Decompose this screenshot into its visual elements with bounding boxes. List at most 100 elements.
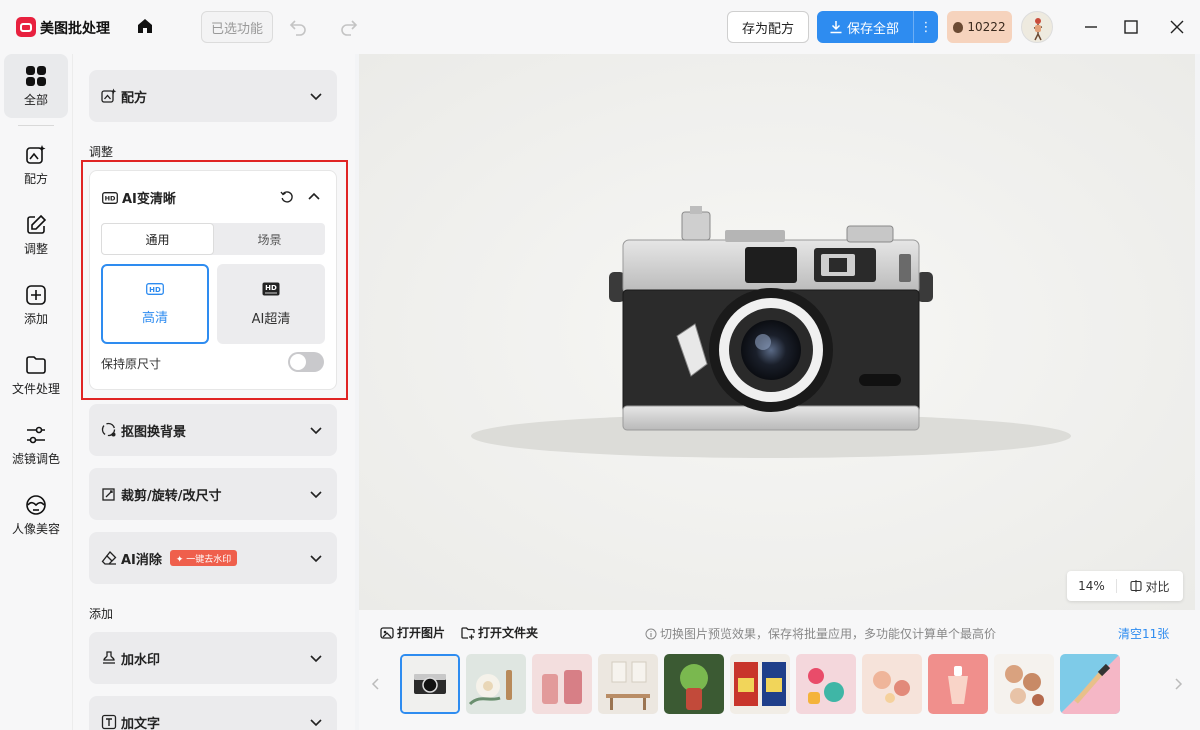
thumbnail-image: [994, 654, 1054, 714]
preview-hint-text: 切换图片预览效果，保存将批量应用，多功能仅计算单个最高价: [660, 627, 997, 641]
thumbnail-camera[interactable]: [400, 654, 460, 714]
grid-icon: [26, 65, 46, 86]
minimize-icon: [1085, 26, 1097, 28]
maximize-button[interactable]: [1121, 17, 1141, 37]
keep-size-label: 保持原尺寸: [101, 357, 162, 371]
svg-text:HD: HD: [149, 285, 161, 293]
nav-item-all[interactable]: 全部: [4, 54, 68, 118]
tab-scene[interactable]: 场景: [214, 223, 325, 255]
image-icon: [380, 626, 394, 639]
open-folder-button[interactable]: 打开文件夹: [461, 624, 538, 641]
zoom-controls: 14% 对比: [1067, 571, 1183, 601]
thumbnail-image: [862, 654, 922, 714]
watermark-label: 加水印: [121, 652, 161, 668]
download-icon: [830, 21, 842, 34]
close-icon: [1170, 20, 1184, 34]
close-button[interactable]: [1167, 17, 1187, 37]
thumbnail-toys[interactable]: [796, 654, 856, 714]
recipe-card[interactable]: 配方: [89, 70, 337, 122]
nav-item-portrait[interactable]: 人像美容: [4, 483, 68, 547]
save-recipe-button[interactable]: 存为配方: [727, 11, 809, 43]
thumbnail-flowers[interactable]: [466, 654, 526, 714]
hd-icon: HD: [146, 282, 164, 295]
sliders-icon: [27, 426, 45, 443]
preview-canvas[interactable]: [359, 54, 1195, 610]
undo-button[interactable]: [288, 17, 308, 37]
save-all-button[interactable]: 保存全部 ⋮: [817, 11, 938, 43]
strip-next-button[interactable]: [1170, 674, 1186, 694]
clear-all-link[interactable]: 清空11张: [1118, 625, 1169, 642]
maximize-icon: [1124, 20, 1138, 34]
thumbnail-snacks[interactable]: [730, 654, 790, 714]
thumbnail-cosmetics[interactable]: [994, 654, 1054, 714]
bean-icon: [953, 21, 964, 33]
cutout-icon: [101, 422, 116, 437]
thumbnail-room[interactable]: [598, 654, 658, 714]
nav-item-add[interactable]: 添加: [4, 273, 68, 337]
app-title: 美图批处理: [40, 21, 110, 37]
ultra-hd-icon: HD: [262, 282, 280, 295]
thumbnail-image: [928, 654, 988, 714]
credits-badge[interactable]: 10222: [947, 11, 1012, 43]
watermark-card[interactable]: 加水印: [89, 632, 337, 684]
text-icon: [101, 714, 117, 730]
nav-item-recipe[interactable]: 配方: [4, 133, 68, 197]
nav-item-filter[interactable]: 滤镜调色: [4, 413, 68, 477]
crop-icon: [102, 488, 115, 501]
open-image-button[interactable]: 打开图片: [380, 624, 445, 641]
chevron-down-icon: [310, 93, 322, 101]
ai-erase-card[interactable]: AI消除 ✦ 一键去水印: [89, 532, 337, 584]
text-label: 加文字: [121, 716, 161, 730]
thumbnail-image: [532, 654, 592, 714]
preview-hint: 切换图片预览效果，保存将批量应用，多功能仅计算单个最高价: [645, 625, 996, 642]
thumbnail-image: [730, 654, 790, 714]
compare-button[interactable]: 对比: [1117, 578, 1183, 595]
thumbnail-sweets[interactable]: [862, 654, 922, 714]
selected-features-button[interactable]: 已选功能: [201, 11, 273, 43]
option-hd[interactable]: HD 高清: [101, 264, 209, 344]
info-icon: [645, 628, 657, 639]
nav-item-label: 文件处理: [11, 381, 60, 396]
zoom-level[interactable]: 14%: [1067, 579, 1117, 593]
add-section-label: 添加: [89, 607, 114, 621]
minimize-button[interactable]: [1081, 17, 1101, 37]
save-options-button[interactable]: ⋮: [913, 11, 938, 43]
hd-icon: HD: [102, 191, 118, 204]
folder-add-icon: [461, 626, 475, 639]
keep-size-toggle[interactable]: [288, 352, 324, 372]
home-button[interactable]: [134, 15, 156, 37]
redo-icon: [341, 20, 358, 36]
reset-icon[interactable]: [280, 190, 294, 204]
crop-card[interactable]: 裁剪/旋转/改尺寸: [89, 468, 337, 520]
save-all-main[interactable]: 保存全部: [817, 18, 913, 37]
chevron-up-icon[interactable]: [307, 190, 321, 204]
nav-item-label: 全部: [23, 92, 48, 107]
ai-clarity-card: HD AI变清晰 通用 场景 HD 高清 HD AI超清 保持原尺寸: [89, 170, 337, 390]
nav-item-file[interactable]: 文件处理: [4, 343, 68, 407]
cutout-label: 抠图换背景: [121, 424, 187, 440]
nav-divider: [18, 125, 54, 126]
thumbnail-image: [598, 654, 658, 714]
ai-clarity-header[interactable]: HD AI变清晰: [102, 188, 176, 207]
svg-text:HD: HD: [265, 284, 277, 292]
text-card[interactable]: 加文字: [89, 696, 337, 730]
redo-button[interactable]: [339, 17, 359, 37]
tab-general[interactable]: 通用: [101, 223, 214, 255]
left-nav: 全部 配方 调整 添加 文件处理 滤镜调色 人像美容: [0, 54, 72, 730]
toggle-knob: [290, 354, 306, 370]
edit-icon: [27, 214, 47, 234]
thumbnail-drinks[interactable]: [532, 654, 592, 714]
strip-prev-button[interactable]: [368, 674, 384, 694]
app-logo-icon: [16, 17, 36, 37]
thumbnail-image: [664, 654, 724, 714]
thumbnail-brush[interactable]: [1060, 654, 1120, 714]
chevron-down-icon: [310, 655, 322, 663]
nav-item-adjust[interactable]: 调整: [4, 203, 68, 267]
undo-icon: [289, 20, 306, 36]
option-ai-ultra-hd[interactable]: HD AI超清: [217, 264, 325, 344]
thumbnail-plant[interactable]: [664, 654, 724, 714]
avatar[interactable]: [1021, 11, 1053, 43]
cutout-card[interactable]: 抠图换背景: [89, 404, 337, 456]
nav-item-label: 人像美容: [11, 521, 60, 536]
thumbnail-cup[interactable]: [928, 654, 988, 714]
